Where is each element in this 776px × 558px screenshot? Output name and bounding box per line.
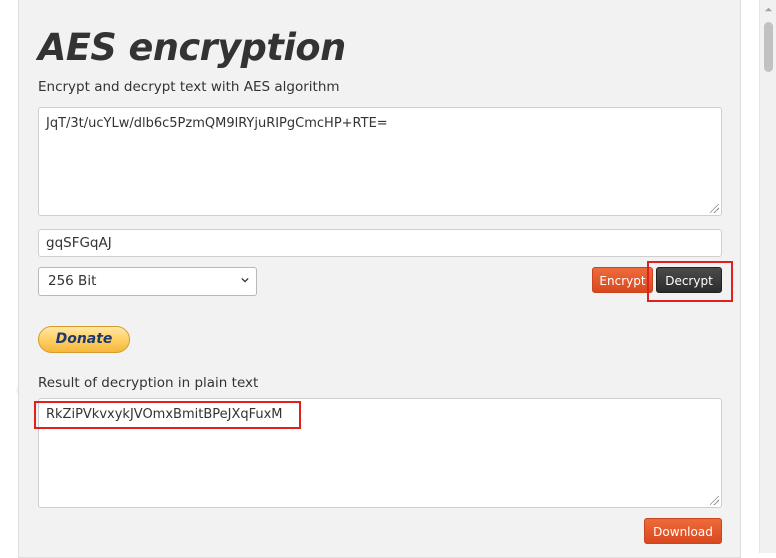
key-size-select[interactable]: 256 Bit	[38, 267, 257, 296]
ciphertext-value: JqT/3t/ucYLw/dlb6c5PzmQM9lRYjuRIPgCmcHP+…	[46, 116, 388, 131]
resize-grip-icon[interactable]	[710, 204, 719, 213]
scroll-up-icon[interactable]	[764, 5, 773, 14]
result-label: Result of decryption in plain text	[38, 375, 259, 391]
download-button[interactable]: Download	[644, 518, 722, 544]
key-input[interactable]: gqSFGqAJ	[38, 229, 722, 257]
key-value: gqSFGqAJ	[46, 235, 112, 251]
chevron-down-icon	[241, 277, 249, 283]
encrypt-button[interactable]: Encrypt	[592, 267, 653, 293]
vertical-scrollbar[interactable]	[759, 0, 776, 553]
donate-button[interactable]: Donate	[38, 326, 130, 353]
resize-grip-icon[interactable]	[710, 496, 719, 505]
decrypt-highlight-box	[647, 261, 733, 302]
ciphertext-input[interactable]: JqT/3t/ucYLw/dlb6c5PzmQM9lRYjuRIPgCmcHP+…	[38, 107, 722, 216]
scrollbar-thumb[interactable]	[764, 22, 773, 72]
page-subtitle: Encrypt and decrypt text with AES algori…	[38, 79, 340, 95]
page-title: AES encryption	[38, 26, 346, 69]
key-size-value: 256 Bit	[48, 273, 97, 289]
result-highlight-box	[34, 401, 301, 429]
